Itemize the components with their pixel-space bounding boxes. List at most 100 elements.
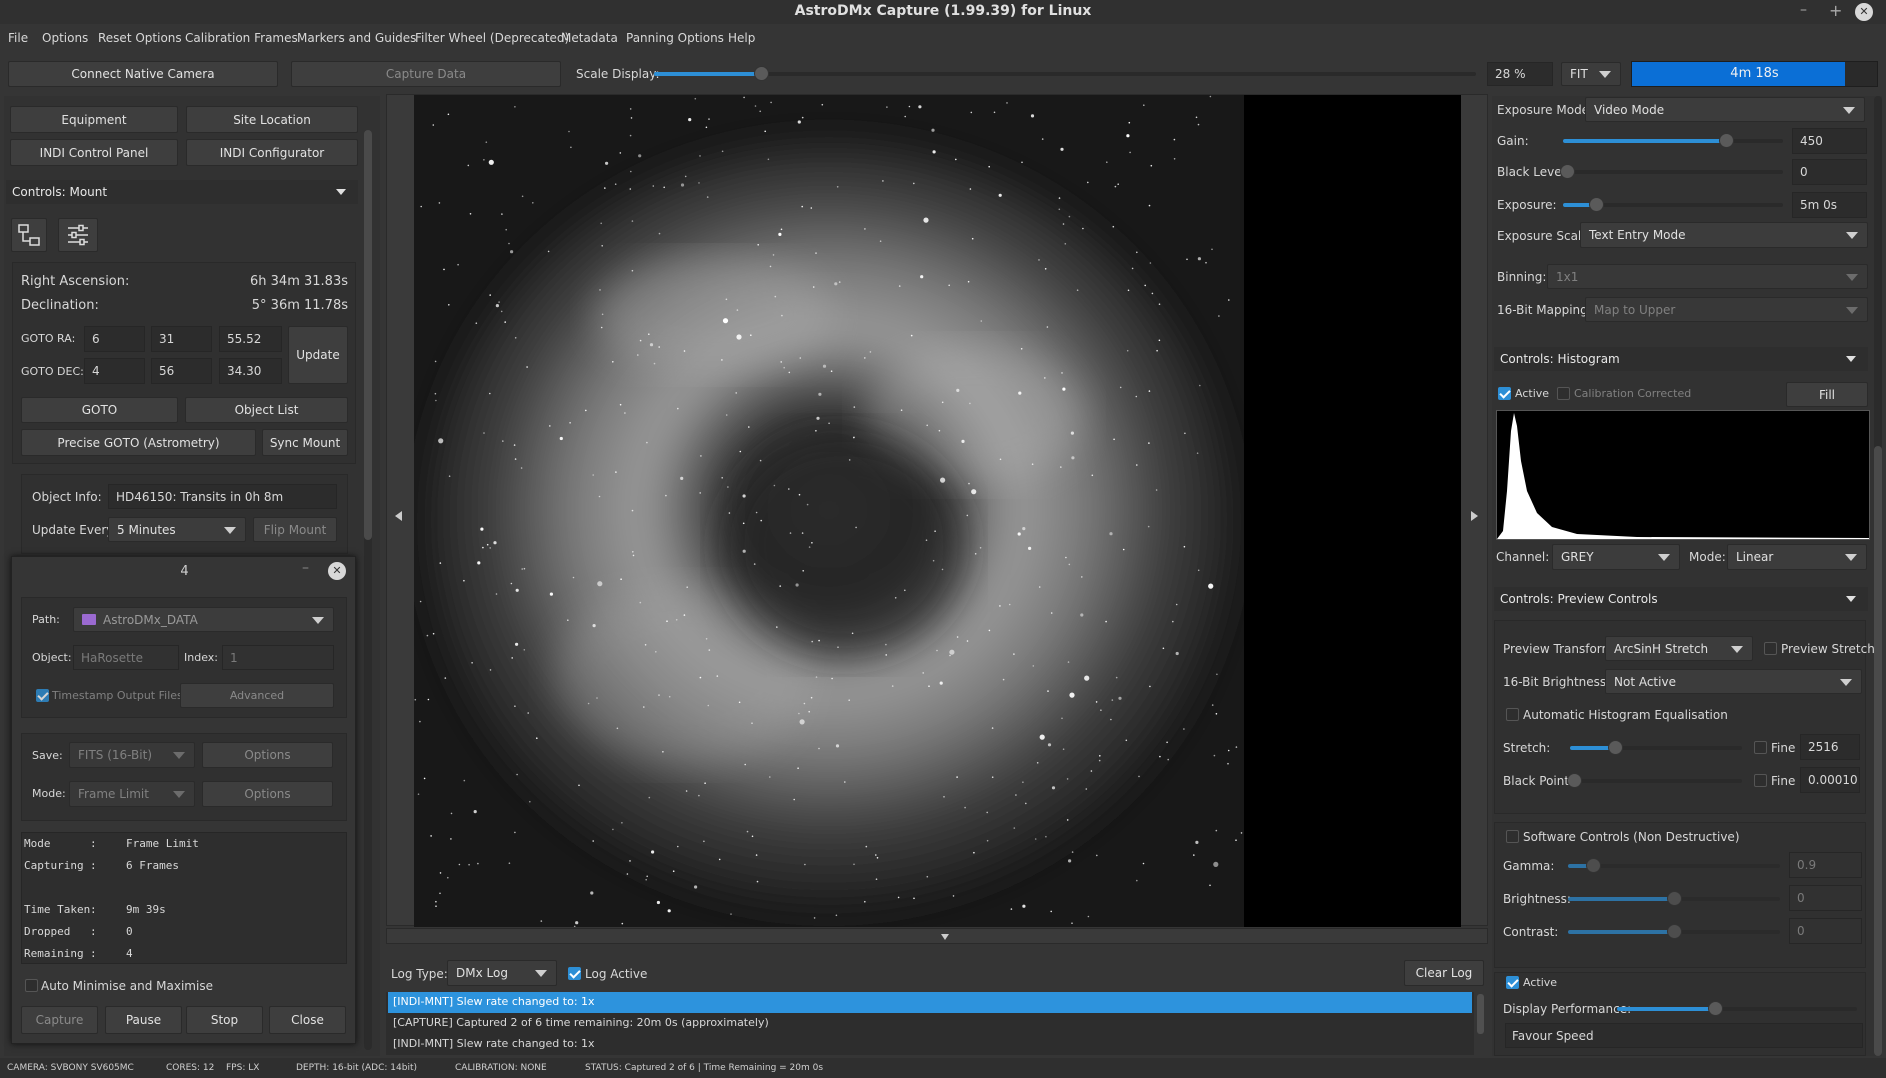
histogram-header[interactable]: Controls: Histogram xyxy=(1494,347,1868,371)
log-list[interactable]: [INDI-MNT] Slew rate changed to: 1x [CAP… xyxy=(386,992,1474,1055)
capture-mode-select[interactable]: Frame Limit xyxy=(69,781,195,807)
stretch-field[interactable]: 2516 xyxy=(1800,734,1860,760)
menu-metadata[interactable]: Metadata xyxy=(561,31,618,45)
stretch-slider[interactable] xyxy=(1570,740,1742,755)
goto-button[interactable]: GOTO xyxy=(21,397,178,423)
expand-down-icon[interactable] xyxy=(941,934,949,940)
capture-button[interactable]: Capture xyxy=(21,1006,98,1034)
menu-file[interactable]: File xyxy=(8,31,28,45)
contrast-slider[interactable] xyxy=(1568,924,1780,939)
flip-mount-button[interactable]: Flip Mount xyxy=(253,517,337,542)
brightness16-select[interactable]: Not Active xyxy=(1605,669,1862,694)
goto-ra-hours[interactable]: 6 xyxy=(84,326,145,352)
menu-filter-wheel[interactable]: Filter Wheel (Deprecated) xyxy=(415,31,569,45)
mount-settings-icon-button[interactable] xyxy=(58,218,98,252)
black-level-field[interactable]: 0 xyxy=(1792,159,1867,185)
slider-handle[interactable] xyxy=(1607,740,1623,755)
capture-minimize-button[interactable]: – xyxy=(302,560,309,576)
indi-configurator-button[interactable]: INDI Configurator xyxy=(186,139,358,166)
brightness-field[interactable]: 0 xyxy=(1789,885,1862,911)
stop-button[interactable]: Stop xyxy=(186,1006,263,1034)
slider-handle[interactable] xyxy=(1667,924,1682,939)
slider-handle[interactable] xyxy=(1718,133,1734,148)
save-options-button[interactable]: Options xyxy=(202,742,333,768)
slider-handle[interactable] xyxy=(1560,164,1575,179)
preview-stretch-checkbox[interactable] xyxy=(1764,642,1777,655)
exposure-field[interactable]: 5m 0s xyxy=(1792,192,1867,218)
timestamp-checkbox[interactable] xyxy=(36,689,49,702)
channel-select[interactable]: GREY xyxy=(1552,544,1680,570)
zoom-field[interactable]: 28 % xyxy=(1487,62,1553,86)
index-field[interactable]: 1 xyxy=(222,645,334,670)
minimize-button[interactable]: – xyxy=(1800,2,1807,18)
fill-button[interactable]: Fill xyxy=(1786,382,1868,407)
goto-ra-seconds[interactable]: 55.52 xyxy=(219,326,282,352)
auto-minimise-checkbox[interactable] xyxy=(25,979,38,992)
left-scrollbar[interactable] xyxy=(364,130,372,1050)
update-every-select[interactable]: 5 Minutes xyxy=(108,517,246,542)
histogram-mode-select[interactable]: Linear xyxy=(1727,544,1867,570)
capture-close-button[interactable]: ✕ xyxy=(328,562,346,580)
menu-panning-options[interactable]: Panning Options xyxy=(626,31,724,45)
calibration-corrected-checkbox[interactable] xyxy=(1557,387,1570,400)
menu-reset-options[interactable]: Reset Options xyxy=(98,31,182,45)
fit-select[interactable]: FIT xyxy=(1561,62,1621,86)
histogram-active-checkbox[interactable] xyxy=(1498,387,1511,400)
auto-hist-eq-checkbox[interactable] xyxy=(1506,708,1519,721)
clear-log-button[interactable]: Clear Log xyxy=(1404,960,1484,986)
next-arrow-icon[interactable] xyxy=(1471,511,1478,521)
goto-dec-minutes[interactable]: 56 xyxy=(151,358,212,384)
gain-field[interactable]: 450 xyxy=(1792,128,1867,154)
indi-control-panel-button[interactable]: INDI Control Panel xyxy=(10,139,178,166)
gain-slider[interactable] xyxy=(1563,133,1783,148)
black-level-slider[interactable] xyxy=(1560,164,1783,179)
log-active-checkbox[interactable] xyxy=(568,967,581,980)
close-button[interactable]: Close xyxy=(269,1006,346,1034)
slider-handle[interactable] xyxy=(1589,197,1604,212)
software-controls-checkbox[interactable] xyxy=(1506,830,1519,843)
gamma-field[interactable]: 0.9 xyxy=(1789,852,1862,878)
mapping-select[interactable]: Map to Upper xyxy=(1585,297,1868,322)
binning-select[interactable]: 1x1 xyxy=(1547,264,1868,289)
exposure-mode-select[interactable]: Video Mode xyxy=(1585,97,1865,122)
save-format-select[interactable]: FITS (16-Bit) xyxy=(69,742,195,768)
precise-goto-button[interactable]: Precise GOTO (Astrometry) xyxy=(21,429,256,456)
log-type-select[interactable]: DMx Log xyxy=(447,960,557,986)
update-button[interactable]: Update xyxy=(288,326,348,384)
log-line[interactable]: [CAPTURE] Captured 2 of 6 time remaining… xyxy=(388,1013,1472,1034)
exposure-slider[interactable] xyxy=(1563,197,1783,212)
performance-active-checkbox[interactable] xyxy=(1506,976,1519,989)
close-window-button[interactable]: ✕ xyxy=(1855,3,1873,21)
goto-dec-degrees[interactable]: 4 xyxy=(84,358,145,384)
scale-display-slider[interactable] xyxy=(654,66,1476,81)
controls-mount-header[interactable]: Controls: Mount xyxy=(6,180,358,204)
preview-transform-select[interactable]: ArcSinH Stretch xyxy=(1605,636,1753,661)
log-scrollbar[interactable] xyxy=(1477,994,1484,1034)
image-canvas[interactable] xyxy=(414,95,1461,927)
black-point-fine-checkbox[interactable] xyxy=(1754,774,1767,787)
preview-controls-header[interactable]: Controls: Preview Controls xyxy=(1494,587,1868,611)
brightness-slider[interactable] xyxy=(1568,891,1780,906)
slider-handle[interactable] xyxy=(753,66,769,81)
image-bottom-bar[interactable] xyxy=(386,928,1488,944)
equipment-button[interactable]: Equipment xyxy=(10,106,178,133)
goto-ra-minutes[interactable]: 31 xyxy=(151,326,212,352)
slider-handle[interactable] xyxy=(1567,773,1582,788)
menu-help[interactable]: Help xyxy=(728,31,755,45)
log-line[interactable]: [INDI-MNT] Slew rate changed to: 1x xyxy=(388,992,1472,1013)
mode-options-button[interactable]: Options xyxy=(202,781,333,807)
display-performance-slider[interactable] xyxy=(1617,1001,1857,1016)
maximize-button[interactable]: + xyxy=(1829,1,1842,20)
goto-dec-seconds[interactable]: 34.30 xyxy=(219,358,282,384)
path-select[interactable]: AstroDMx_DATA xyxy=(73,607,334,632)
site-location-button[interactable]: Site Location xyxy=(186,106,358,133)
menu-options[interactable]: Options xyxy=(42,31,88,45)
connect-camera-button[interactable]: Connect Native Camera xyxy=(8,61,278,87)
right-scrollbar[interactable] xyxy=(1874,96,1882,1056)
menu-calibration-frames[interactable]: Calibration Frames xyxy=(185,31,298,45)
sync-mount-button[interactable]: Sync Mount xyxy=(262,429,348,456)
image-viewer[interactable] xyxy=(386,94,1488,927)
pause-button[interactable]: Pause xyxy=(105,1006,182,1034)
exposure-scale-select[interactable]: Text Entry Mode xyxy=(1580,222,1868,248)
gamma-slider[interactable] xyxy=(1568,858,1780,873)
